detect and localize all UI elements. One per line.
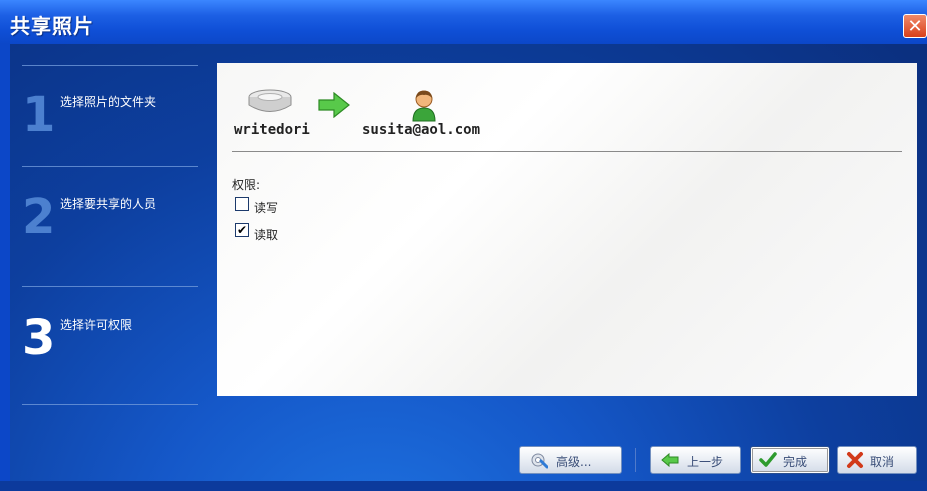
- close-icon: ✕: [907, 16, 923, 37]
- step-divider: [22, 65, 198, 66]
- read-only-checkbox[interactable]: ✔: [235, 223, 249, 237]
- button-separator: [635, 448, 636, 472]
- finish-button-label: 完成: [783, 455, 808, 469]
- permissions-label: 权限:: [232, 178, 261, 192]
- share-source-folder: writedori: [234, 122, 310, 138]
- cancel-x-icon: [847, 452, 863, 468]
- user-icon: [412, 90, 436, 122]
- wizard-step-3: 3 选择许可权限: [22, 310, 198, 376]
- step-divider: [22, 286, 198, 287]
- step-number: 1: [22, 87, 56, 143]
- share-target-user: susita@aol.com: [362, 122, 481, 138]
- window-frame-bottom: [0, 481, 927, 491]
- checkmark-icon: [759, 452, 777, 467]
- hard-drive-icon: [248, 89, 292, 112]
- green-arrow-icon: [318, 92, 350, 118]
- advanced-button[interactable]: 高级...: [519, 446, 622, 474]
- read-only-label[interactable]: 读取: [254, 226, 278, 243]
- step-number: 2: [22, 189, 56, 245]
- step-divider: [22, 166, 198, 167]
- back-button-label: 上一步: [687, 455, 724, 469]
- title-bar: 共享照片 ✕: [0, 0, 927, 44]
- finish-button[interactable]: 完成: [750, 446, 830, 474]
- read-write-checkbox[interactable]: [235, 197, 249, 211]
- divider: [232, 151, 902, 152]
- window-title: 共享照片: [10, 14, 94, 38]
- back-arrow-icon: [661, 452, 679, 468]
- cancel-button-label: 取消: [870, 455, 895, 469]
- wizard-step-2: 2 选择要共享的人员: [22, 189, 198, 255]
- step-label: 选择要共享的人员: [60, 197, 157, 211]
- cancel-button[interactable]: 取消: [837, 446, 917, 474]
- step-label: 选择许可权限: [60, 318, 133, 332]
- step-divider: [22, 404, 198, 405]
- advanced-button-label: 高级...: [556, 455, 592, 469]
- close-button[interactable]: ✕: [903, 14, 927, 38]
- step-label: 选择照片的文件夹: [60, 95, 157, 109]
- settings-icon: [531, 453, 548, 469]
- window-frame-left: [0, 44, 10, 481]
- back-button[interactable]: 上一步: [650, 446, 741, 474]
- wizard-step-1: 1 选择照片的文件夹: [22, 87, 198, 153]
- step-number: 3: [22, 310, 56, 366]
- read-write-label[interactable]: 读写: [254, 199, 278, 216]
